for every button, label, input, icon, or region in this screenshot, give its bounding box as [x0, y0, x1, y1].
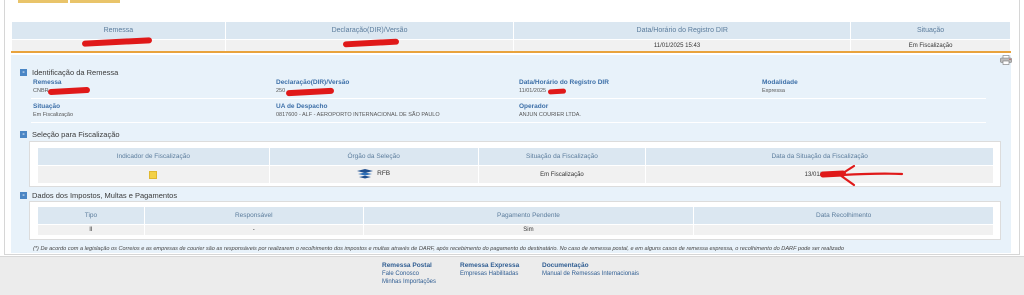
field-ua-despacho: UA de Despacho 0817600 - ALF - AEROPORTO…: [276, 103, 440, 118]
collapse-icon[interactable]: -: [20, 131, 27, 138]
summary-table: Remessa Declaração(DIR)/Versão Data/Horá…: [11, 21, 1011, 52]
impostos-cell-pagamento: Sim: [362, 224, 695, 236]
collapse-icon[interactable]: -: [20, 192, 27, 199]
selecao-title: Seleção para Fiscalização: [32, 130, 120, 139]
footer-link-manual[interactable]: Manual de Remessas Internacionais: [542, 271, 639, 277]
impostos-table: Tipo Responsável Pagamento Pendente Data…: [37, 206, 994, 236]
selecao-header-indicador: Indicador de Fiscalização: [37, 147, 270, 166]
footer-col-postal: Remessa Postal Fale Conosco Minhas Impor…: [382, 262, 436, 285]
impostos-header-data: Data Recolhimento: [693, 206, 994, 225]
operador-value: ANJUN COURIER LTDA.: [519, 112, 581, 118]
field-divider: [31, 98, 986, 99]
rfb-logo: RFB: [357, 168, 391, 179]
impostos-cell-tipo: II: [37, 224, 145, 236]
footer-link-fale-conosco[interactable]: Fale Conosco: [382, 271, 436, 277]
selecao-header-orgao: Órgão da Seleção: [268, 147, 479, 166]
orgao-value: RFB: [377, 170, 391, 177]
summary-row[interactable]: 11/01/2025 15:43 Em Fiscalização: [11, 39, 1011, 52]
declaracao-label: Declaração(DIR)/Versão: [276, 79, 350, 86]
footer-title-postal[interactable]: Remessa Postal: [382, 262, 436, 269]
collapse-icon[interactable]: -: [20, 69, 27, 76]
summary-header-data: Data/Horário do Registro DIR: [513, 21, 852, 40]
footer: Remessa Postal Fale Conosco Minhas Impor…: [0, 256, 1024, 295]
footer-title-expressa[interactable]: Remessa Expressa: [460, 262, 519, 269]
situacao-value: Em Fiscalização: [33, 112, 74, 118]
annotation-arrow-icon: [838, 164, 904, 187]
modalidade-label: Modalidade: [762, 79, 798, 86]
field-divider: [31, 122, 986, 123]
summary-header-declaracao: Declaração(DIR)/Versão: [224, 21, 515, 40]
situacao-label: Situação: [33, 103, 61, 110]
field-situacao: Situação Em Fiscalização: [33, 103, 73, 118]
footer-link-minhas-importacoes[interactable]: Minhas Importações: [382, 279, 436, 285]
indicator-square-icon: [149, 170, 158, 179]
impostos-header-row: Tipo Responsável Pagamento Pendente Data…: [37, 206, 994, 225]
summary-header-row: Remessa Declaração(DIR)/Versão Data/Horá…: [11, 21, 1011, 40]
footer-title-documentacao[interactable]: Documentação: [542, 262, 639, 269]
selecao-section-header[interactable]: - Seleção para Fiscalização: [20, 130, 120, 139]
footnote: (*) De acordo com a legislação os Correi…: [33, 246, 844, 252]
ua-despacho-value: 0817600 - ALF - AEROPORTO INTERNACIONAL …: [276, 112, 440, 118]
footer-col-documentacao: Documentação Manual de Remessas Internac…: [542, 262, 639, 277]
field-operador: Operador ANJUN COURIER LTDA.: [519, 103, 581, 118]
summary-header-situacao: Situação: [850, 21, 1011, 40]
impostos-header-tipo: Tipo: [37, 206, 145, 225]
selecao-cell-orgao: RFB: [268, 165, 479, 184]
impostos-header-pagamento: Pagamento Pendente: [362, 206, 695, 225]
redaction-mark: [547, 88, 567, 95]
impostos-section-header[interactable]: - Dados dos Impostos, Multas e Pagamento…: [20, 191, 177, 200]
identificacao-section-header[interactable]: - Identificação da Remessa: [20, 68, 118, 77]
selecao-cell-situacao: Em Fiscalização: [477, 165, 647, 184]
selecao-cell-indicador: [37, 165, 270, 184]
identificacao-title: Identificação da Remessa: [32, 68, 119, 77]
summary-cell-data: 11/01/2025 15:43: [513, 39, 852, 52]
impostos-cell-responsavel: -: [143, 224, 364, 236]
summary-header-remessa: Remessa: [11, 21, 226, 40]
data-registro-label: Data/Horário do Registro DIR: [519, 79, 609, 86]
modalidade-value: Expressa: [762, 88, 785, 94]
footer-link-empresas-habilitadas[interactable]: Empresas Habilitadas: [460, 271, 519, 277]
impostos-row[interactable]: II - Sim: [37, 224, 994, 236]
summary-cell-situacao: Em Fiscalização: [850, 39, 1011, 52]
impostos-title: Dados dos Impostos, Multas e Pagamentos: [32, 191, 178, 200]
footer-col-expressa: Remessa Expressa Empresas Habilitadas: [460, 262, 519, 277]
impostos-cell-data: [693, 224, 994, 236]
operador-label: Operador: [519, 103, 549, 110]
field-modalidade: Modalidade Expressa: [762, 79, 798, 94]
ua-despacho-label: UA de Despacho: [276, 103, 328, 110]
printer-icon[interactable]: [1000, 55, 1012, 65]
summary-divider: [11, 51, 1011, 53]
remessa-label: Remessa: [33, 79, 62, 86]
impostos-header-responsavel: Responsável: [143, 206, 364, 225]
rfb-logo-icon: [357, 168, 374, 178]
selecao-header-situacao: Situação da Fiscalização: [477, 147, 647, 166]
